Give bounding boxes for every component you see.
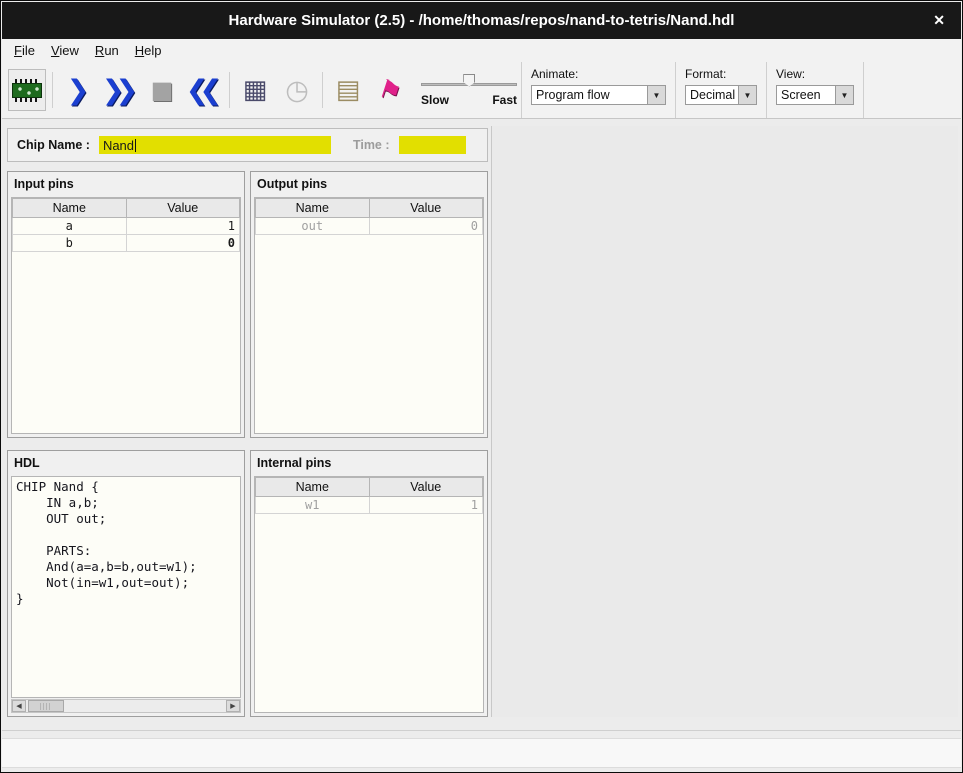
chip-name-label: Chip Name : (17, 138, 90, 152)
column-header-value: Value (369, 478, 483, 497)
animate-value: Program flow (532, 86, 647, 104)
status-bar (2, 738, 961, 768)
hardware-simulator-window: { "window": { "title": "Hardware Simulat… (0, 0, 963, 773)
chip-name-text: Nand (103, 138, 134, 153)
table-row: b 0 (13, 235, 240, 252)
output-pins-panel: Output pins Name Value out 0 (250, 171, 488, 438)
animate-label: Animate: (531, 67, 666, 81)
hdl-code-view: CHIP Nand { IN a,b; OUT out; PARTS: And(… (11, 476, 241, 698)
window-title: Hardware Simulator (2.5) - /home/thomas/… (229, 12, 735, 29)
view-value: Screen (777, 86, 835, 104)
pin-name: out (256, 218, 370, 235)
menu-bar: File View Run Help (2, 39, 961, 62)
internal-pins-body: Name Value w1 1 (254, 476, 484, 713)
chip-name-bar: Chip Name : Nand Time : (7, 128, 488, 162)
chevron-down-icon[interactable]: ▼ (738, 86, 756, 104)
chevron-down-icon[interactable]: ▼ (647, 86, 665, 104)
speed-slider[interactable] (421, 74, 517, 88)
format-select[interactable]: Decimal ▼ (685, 85, 757, 105)
view-hdl-button[interactable]: ▤ (329, 69, 367, 111)
flag-icon: ⚑ (375, 75, 404, 106)
view-group: View: Screen ▼ (766, 62, 864, 118)
pin-name: b (13, 235, 127, 252)
calculator-icon: ▦ (243, 77, 268, 103)
view-label: View: (776, 67, 854, 81)
pin-name: a (13, 218, 127, 235)
rewind-button[interactable]: ❮❮ (185, 69, 223, 111)
menu-view[interactable]: View (43, 41, 87, 60)
table-row: a 1 (13, 218, 240, 235)
input-pins-panel: Input pins Name Value a 1 b 0 (7, 171, 245, 438)
single-step-icon: ❯ (67, 77, 90, 104)
document-icon: ▤ (336, 77, 361, 103)
format-label: Format: (685, 67, 757, 81)
breakpoint-button[interactable]: ⚑ (371, 69, 409, 111)
hdl-panel: HDL CHIP Nand { IN a,b; OUT out; PARTS: … (7, 450, 245, 717)
single-step-button[interactable]: ❯ (59, 69, 97, 111)
menu-help[interactable]: Help (127, 41, 170, 60)
toolbar-separator (322, 72, 323, 108)
animate-group: Animate: Program flow ▼ (521, 62, 675, 118)
toolbar-separator (229, 72, 230, 108)
screen-view-area (491, 126, 958, 717)
chevron-down-icon[interactable]: ▼ (835, 86, 853, 104)
bottom-divider (2, 730, 961, 731)
evaluate-button[interactable]: ▦ (236, 69, 274, 111)
pin-value[interactable]: 1 (126, 218, 240, 235)
output-pins-body: Name Value out 0 (254, 197, 484, 434)
input-pins-table: Name Value a 1 b 0 (12, 198, 240, 252)
pin-value: 0 (369, 218, 483, 235)
close-window-button[interactable]: ✕ (933, 2, 945, 39)
clock-button: ◷ (278, 69, 316, 111)
input-pins-body: Name Value a 1 b 0 (11, 197, 241, 434)
pin-value: 1 (369, 497, 483, 514)
output-pins-title: Output pins (251, 172, 487, 195)
toolbar: ❯ ❯❯ ■ ❮❮ ▦ ◷ ▤ ⚑ Slow Fast Animate: Pro… (2, 62, 961, 119)
run-icon: ❯❯ (102, 77, 138, 104)
time-label: Time : (353, 138, 390, 152)
hdl-horizontal-scrollbar[interactable]: ◀ ▶ (11, 699, 241, 713)
pin-name: w1 (256, 497, 370, 514)
rewind-icon: ❮❮ (186, 77, 222, 104)
table-row: w1 1 (256, 497, 483, 514)
slow-label: Slow (421, 93, 449, 107)
animate-select[interactable]: Program flow ▼ (531, 85, 666, 105)
internal-pins-table: Name Value w1 1 (255, 477, 483, 514)
chip-name-input[interactable]: Nand (99, 136, 331, 154)
stop-icon: ■ (151, 78, 174, 102)
internal-pins-panel: Internal pins Name Value w1 1 (250, 450, 488, 717)
column-header-value: Value (369, 199, 483, 218)
stop-button[interactable]: ■ (143, 69, 181, 111)
text-caret (135, 139, 136, 152)
menu-file[interactable]: File (6, 41, 43, 60)
time-display (399, 136, 466, 154)
run-button[interactable]: ❯❯ (101, 69, 139, 111)
toolbar-separator (52, 72, 53, 108)
column-header-name: Name (256, 199, 370, 218)
load-chip-button[interactable] (8, 69, 46, 111)
title-bar: Hardware Simulator (2.5) - /home/thomas/… (2, 2, 961, 39)
hdl-title: HDL (8, 451, 244, 474)
slider-labels: Slow Fast (421, 93, 517, 107)
chip-icon (12, 83, 42, 98)
internal-pins-title: Internal pins (251, 451, 487, 474)
format-value: Decimal (686, 86, 738, 104)
input-pins-title: Input pins (8, 172, 244, 195)
column-header-name: Name (13, 199, 127, 218)
column-header-value: Value (126, 199, 240, 218)
fast-label: Fast (492, 93, 517, 107)
clock-icon: ◷ (285, 77, 309, 104)
scroll-right-button[interactable]: ▶ (226, 700, 240, 712)
hdl-source: CHIP Nand { IN a,b; OUT out; PARTS: And(… (16, 479, 240, 607)
scrollbar-thumb[interactable] (28, 700, 64, 712)
format-group: Format: Decimal ▼ (675, 62, 766, 118)
menu-run[interactable]: Run (87, 41, 127, 60)
pin-value[interactable]: 0 (126, 235, 240, 252)
speed-control: Slow Fast (421, 74, 517, 107)
scroll-left-button[interactable]: ◀ (12, 700, 26, 712)
table-row: out 0 (256, 218, 483, 235)
view-select[interactable]: Screen ▼ (776, 85, 854, 105)
output-pins-table: Name Value out 0 (255, 198, 483, 235)
column-header-name: Name (256, 478, 370, 497)
